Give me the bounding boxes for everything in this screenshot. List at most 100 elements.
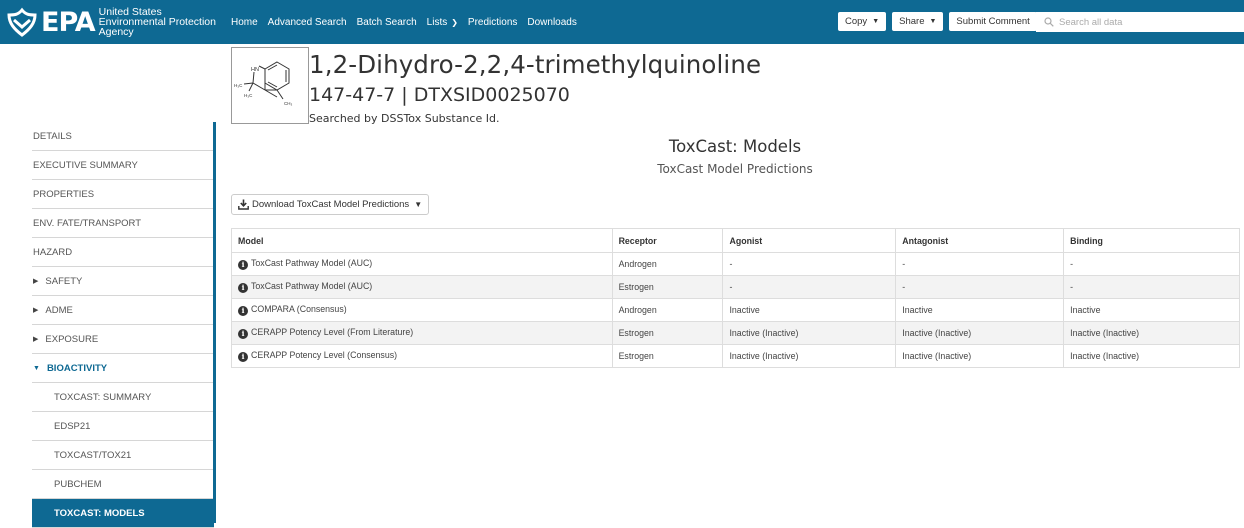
section-title: ToxCast: Models [668, 137, 802, 156]
info-icon[interactable]: i [238, 283, 248, 293]
sidebar-item-toxcast-models[interactable]: TOXCAST: MODELS [32, 499, 214, 528]
sidebar-item-label: ENV. FATE/TRANSPORT [33, 217, 142, 229]
copy-label: Copy [845, 16, 868, 27]
model-name: ToxCast Pathway Model (AUC) [251, 258, 373, 268]
info-icon[interactable]: i [238, 329, 248, 339]
column-header-binding[interactable]: Binding [1063, 228, 1240, 253]
h3c-lower-label: H₃C [244, 93, 253, 98]
model-cell: i COMPARA (Consensus) [231, 298, 613, 322]
nav-home[interactable]: Home [231, 17, 258, 28]
sidebar-item-label: TOXCAST/TOX21 [54, 449, 132, 461]
sidebar-item-label: EDSP21 [54, 420, 91, 432]
table-row: i COMPARA (Consensus) Androgen Inactive I… [231, 298, 1240, 322]
caret-down-icon: ▼ [414, 200, 423, 209]
epa-flower-icon [7, 7, 37, 37]
sidebar-item-bioactivity[interactable]: ▼ BIOACTIVITY [32, 354, 214, 383]
antagonist-cell: Inactive (Inactive) [895, 321, 1065, 345]
nav-downloads[interactable]: Downloads [527, 17, 576, 28]
binding-cell: Inactive (Inactive) [1063, 321, 1240, 345]
model-cell: i ToxCast Pathway Model (AUC) [231, 275, 613, 299]
sidebar-item-env-fate[interactable]: ENV. FATE/TRANSPORT [32, 209, 214, 238]
agonist-cell: - [722, 252, 897, 276]
info-icon[interactable]: i [238, 260, 248, 270]
sidebar-item-adme[interactable]: ▶ ADME [32, 296, 214, 325]
column-header-agonist[interactable]: Agonist [722, 228, 897, 253]
agonist-cell: - [722, 275, 897, 299]
top-navbar: EPA United States Environmental Protecti… [0, 0, 1244, 44]
table-header-row: Model Receptor Agonist Antagonist Bindin… [231, 228, 1240, 253]
chevron-down-icon: ❯ [451, 17, 458, 27]
info-icon[interactable]: i [238, 352, 248, 362]
receptor-cell: Estrogen [611, 344, 724, 368]
info-icon[interactable]: i [238, 306, 248, 316]
model-name: CERAPP Potency Level (From Literature) [251, 327, 414, 337]
chemical-structure-image: HN H₃C H₃C CH₃ [231, 47, 309, 124]
chemical-name: 1,2-Dihydro-2,2,4-trimethylquinoline [309, 50, 762, 79]
antagonist-cell: - [895, 252, 1065, 276]
model-name: COMPARA (Consensus) [251, 304, 347, 314]
nav-predictions[interactable]: Predictions [468, 17, 517, 28]
caret-down-icon: ▼ [33, 364, 40, 372]
sidebar-item-label: EXECUTIVE SUMMARY [33, 159, 138, 171]
nav-label: Batch Search [356, 16, 417, 28]
sidebar-item-label: BIOACTIVITY [46, 362, 108, 374]
model-name: CERAPP Potency Level (Consensus) [251, 350, 398, 360]
sidebar-item-label: PROPERTIES [33, 188, 95, 200]
table-row: i CERAPP Potency Level (Consensus) Estrog… [231, 344, 1240, 368]
models-table: Model Receptor Agonist Antagonist Bindin… [231, 228, 1240, 368]
sidebar-item-safety[interactable]: ▶ SAFETY [32, 267, 214, 296]
sidebar-item-toxcast-summary[interactable]: TOXCAST: SUMMARY [32, 383, 214, 412]
agonist-cell: Inactive [722, 298, 897, 322]
nav-lists[interactable]: Lists ❯ [427, 17, 458, 28]
sidebar: DETAILS EXECUTIVE SUMMARY PROPERTIES ENV… [32, 122, 214, 528]
model-cell: i CERAPP Potency Level (From Literature) [231, 321, 613, 345]
binding-cell: Inactive (Inactive) [1063, 344, 1240, 368]
search-placeholder: Search all data [1059, 16, 1123, 28]
nav-label: Lists [426, 16, 448, 28]
sidebar-item-label: TOXCAST: MODELS [54, 507, 145, 519]
sidebar-item-exposure[interactable]: ▶ EXPOSURE [32, 325, 214, 354]
nav-advanced-search[interactable]: Advanced Search [268, 17, 347, 28]
caret-down-icon: ▼ [872, 18, 880, 25]
sidebar-item-label: HAZARD [33, 246, 73, 258]
share-button[interactable]: Share ▼ [892, 12, 944, 31]
binding-cell: Inactive [1063, 298, 1240, 322]
submit-comment-button[interactable]: Submit Comment [949, 12, 1037, 31]
caret-right-icon: ▶ [33, 336, 39, 343]
caret-right-icon: ▶ [33, 278, 39, 285]
h3c-label: H₃C [234, 83, 243, 88]
nav-batch-search[interactable]: Batch Search [357, 17, 417, 28]
epa-logo[interactable]: EPA United States Environmental Protecti… [0, 0, 216, 44]
receptor-cell: Androgen [611, 298, 724, 322]
agency-name: United States Environmental Protection A… [98, 7, 216, 38]
sidebar-item-label: SAFETY [45, 275, 83, 287]
sidebar-item-pubchem[interactable]: PUBCHEM [32, 470, 214, 499]
sidebar-item-executive-summary[interactable]: EXECUTIVE SUMMARY [32, 151, 214, 180]
antagonist-cell: Inactive [895, 298, 1065, 322]
sidebar-item-properties[interactable]: PROPERTIES [32, 180, 214, 209]
antagonist-cell: Inactive (Inactive) [895, 344, 1065, 368]
sidebar-divider [213, 122, 216, 523]
nav-label: Predictions [467, 16, 518, 28]
search-input[interactable]: Search all data [1036, 12, 1244, 32]
model-cell: i ToxCast Pathway Model (AUC) [231, 252, 613, 276]
table-row: i ToxCast Pathway Model (AUC) Estrogen - … [231, 275, 1240, 299]
column-header-receptor[interactable]: Receptor [611, 228, 724, 253]
section-subtitle: ToxCast Model Predictions [657, 162, 813, 176]
column-header-antagonist[interactable]: Antagonist [895, 228, 1065, 253]
download-predictions-button[interactable]: Download ToxCast Model Predictions ▼ [231, 194, 430, 215]
copy-button[interactable]: Copy ▼ [838, 12, 887, 31]
sidebar-item-details[interactable]: DETAILS [32, 122, 214, 151]
sidebar-item-edsp21[interactable]: EDSP21 [32, 412, 214, 441]
caret-down-icon: ▼ [929, 18, 937, 25]
sidebar-item-label: PUBCHEM [54, 478, 102, 490]
submit-comment-label: Submit Comment [956, 16, 1030, 27]
sidebar-item-label: TOXCAST: SUMMARY [54, 391, 152, 403]
agency-line-3: Agency [98, 26, 134, 38]
column-header-model[interactable]: Model [231, 228, 613, 253]
download-icon [238, 199, 249, 210]
sidebar-item-hazard[interactable]: HAZARD [32, 238, 214, 267]
model-cell: i CERAPP Potency Level (Consensus) [231, 344, 613, 368]
ch3-label: CH₃ [284, 101, 292, 106]
sidebar-item-toxcast-tox21[interactable]: TOXCAST/TOX21 [32, 441, 214, 470]
